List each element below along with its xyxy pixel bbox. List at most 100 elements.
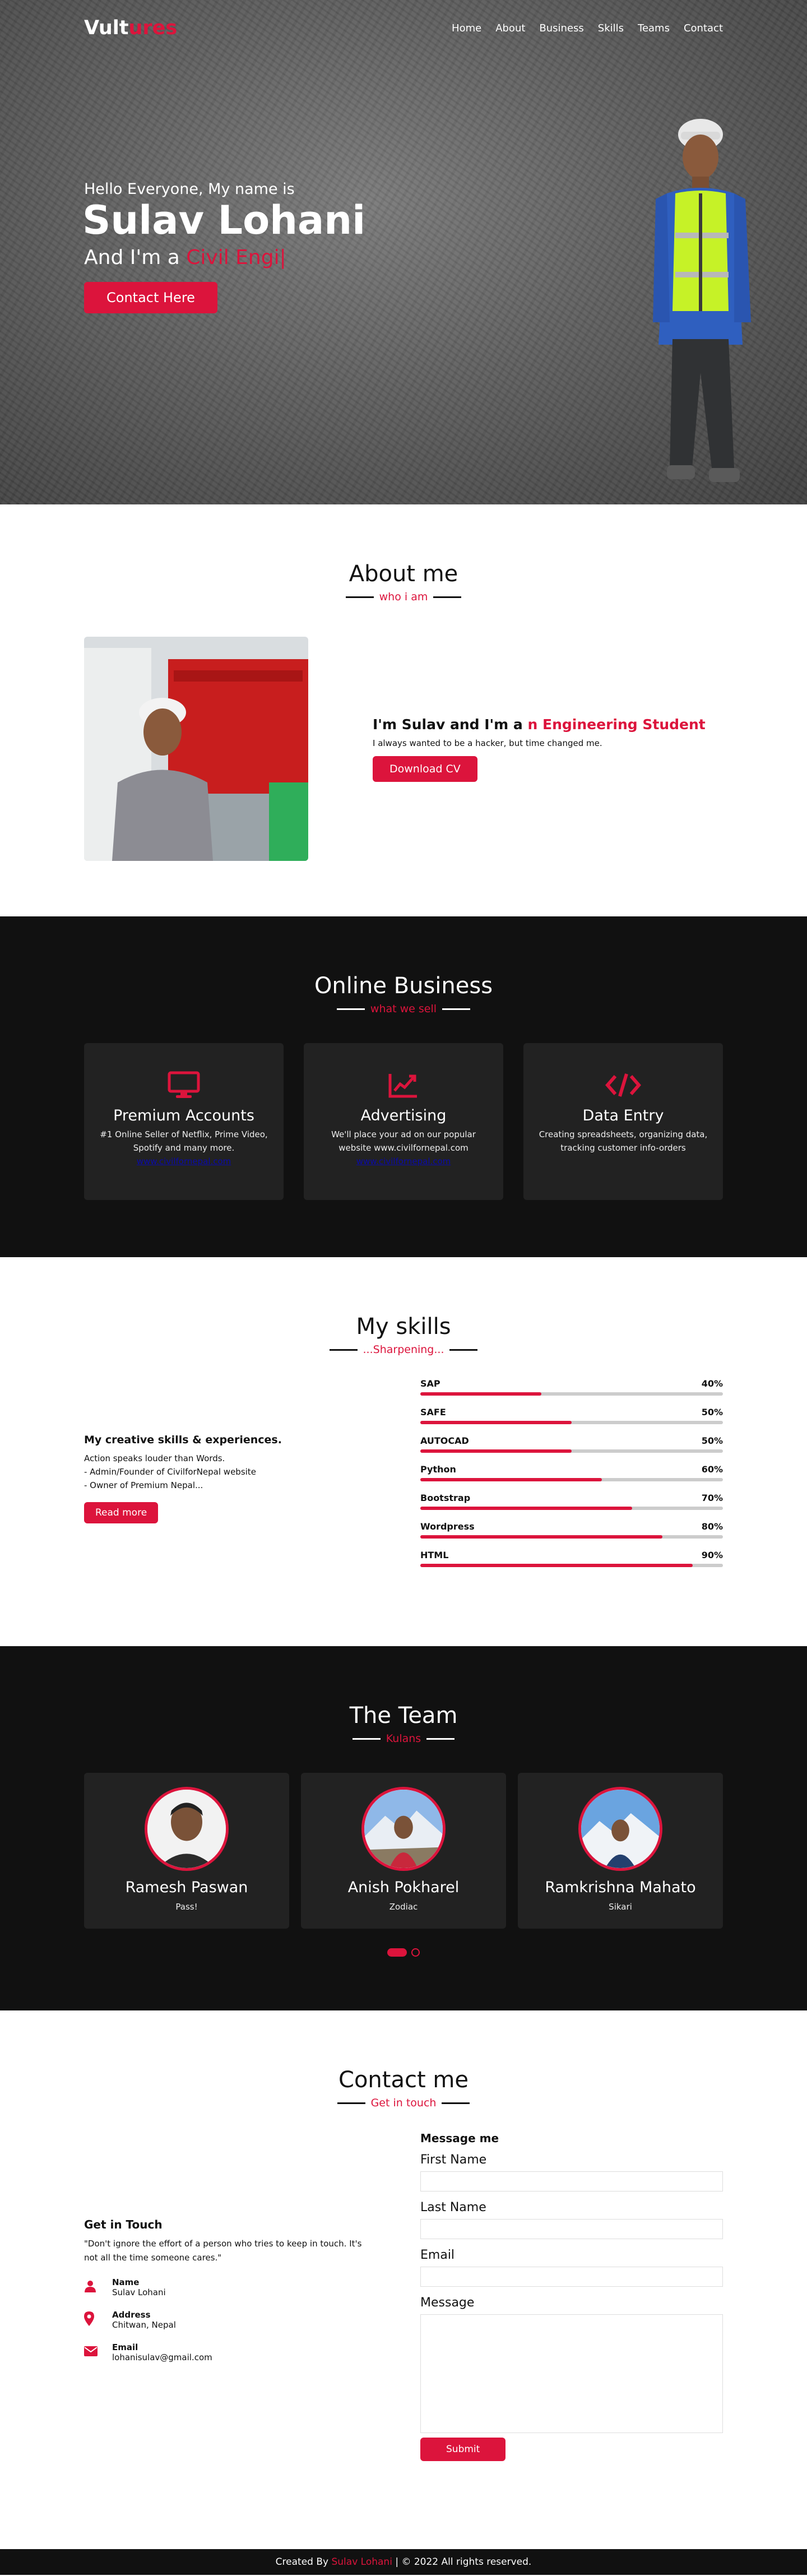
teams-subtitle: Kulans (386, 1732, 421, 1745)
about-heading-prefix: I'm Sulav and I'm a (373, 716, 523, 733)
divider-line (442, 1008, 471, 1010)
team-member-role: Pass! (175, 1902, 198, 1912)
business-section: Online Business what we sell Premium Acc… (0, 916, 807, 1257)
service-title: Premium Accounts (113, 1107, 254, 1124)
service-link[interactable]: www.civilfornepal.com (318, 1155, 489, 1168)
team-member-name: Ramkrishna Mahato (545, 1879, 696, 1896)
nav-link-teams[interactable]: Teams (638, 22, 670, 34)
skill-fill (420, 1564, 693, 1567)
skill-fill (420, 1449, 572, 1453)
skill-name: Bootstrap (420, 1493, 471, 1503)
logo[interactable]: Vultures (84, 17, 177, 39)
contact-section: Contact me Get in touch Get in Touch "Do… (0, 2010, 807, 2549)
skill-percent: 50% (701, 1407, 723, 1417)
skill-bar: Python 60% (420, 1464, 723, 1481)
team-member-role: Sikari (609, 1902, 632, 1912)
avatar (361, 1787, 446, 1871)
user-icon (84, 2280, 112, 2295)
map-marker-icon (84, 2311, 112, 2328)
about-heading: I'm Sulav and I'm a n Engineering Studen… (373, 716, 723, 733)
skills-section: My skills ...Sharpening... My creative s… (0, 1257, 807, 1646)
last-name-field[interactable] (420, 2219, 723, 2239)
teams-subtitle-row: Kulans (352, 1732, 455, 1745)
teams-title: The Team (349, 1703, 458, 1729)
divider-line (345, 596, 374, 598)
service-title: Advertising (360, 1107, 447, 1124)
skills-line: - Admin/Founder of CivilforNepal website (84, 1466, 256, 1477)
footer-prefix: Created By (275, 2556, 329, 2568)
nav-link-home[interactable]: Home (452, 22, 481, 34)
skill-percent: 90% (701, 1550, 723, 1560)
skill-bar: Wordpress 80% (420, 1521, 723, 1539)
skill-percent: 60% (701, 1464, 723, 1475)
nav-menu: Home About Business Skills Teams Contact (452, 22, 723, 34)
skill-bar: HTML 90% (420, 1550, 723, 1567)
carousel-dots (84, 1948, 723, 1957)
carousel-dot-active[interactable] (387, 1948, 407, 1957)
navbar: Vultures Home About Business Skills Team… (0, 0, 807, 56)
about-title: About me (349, 561, 458, 587)
skills-left-title: My creative skills & experiences. (84, 1433, 282, 1446)
skill-percent: 80% (701, 1521, 723, 1532)
contact-row-head: Name (112, 2277, 140, 2287)
nav-link-about[interactable]: About (495, 22, 525, 34)
contact-row-head: Email (112, 2342, 138, 2352)
nav-link-contact[interactable]: Contact (684, 22, 723, 34)
contact-subtitle-row: Get in touch (337, 2097, 470, 2109)
business-title: Online Business (314, 973, 493, 999)
message-label: Message (420, 2296, 475, 2310)
about-description: I always wanted to be a hacker, but time… (373, 738, 602, 748)
service-link[interactable]: www.civilfornepal.com (98, 1155, 270, 1168)
hero-content: Hello Everyone, My name is Sulav Lohani … (82, 180, 365, 313)
message-me-title: Message me (420, 2132, 499, 2145)
about-subtitle-row: who i am (345, 591, 462, 603)
contact-row-name: Name Sulav Lohani (84, 2277, 375, 2297)
about-photo (84, 637, 308, 861)
nav-link-business[interactable]: Business (539, 22, 583, 34)
skills-line: Action speaks louder than Words. (84, 1453, 225, 1463)
skill-name: AUTOCAD (420, 1435, 469, 1446)
email-field[interactable] (420, 2267, 723, 2287)
skill-percent: 50% (701, 1435, 723, 1446)
hero-greeting: Hello Everyone, My name is (84, 180, 295, 198)
skills-line: - Owner of Premium Nepal... (84, 1480, 203, 1490)
skill-bar: Bootstrap 70% (420, 1493, 723, 1510)
skill-name: HTML (420, 1550, 449, 1560)
hero-role-typed: Civil Engi| (186, 245, 286, 269)
service-title: Data Entry (582, 1107, 664, 1124)
nav-link-skills[interactable]: Skills (598, 22, 624, 34)
submit-button[interactable]: Submit (420, 2438, 506, 2461)
hero-person-image (653, 119, 751, 482)
skill-fill (420, 1392, 541, 1396)
divider-line (449, 1349, 478, 1351)
skill-name: SAFE (420, 1407, 446, 1417)
download-cv-button[interactable]: Download CV (373, 756, 477, 782)
avatar (145, 1787, 229, 1871)
team-member-name: Ramesh Paswan (125, 1879, 248, 1896)
footer-credit-link[interactable]: Sulav Lohani (331, 2556, 392, 2568)
divider-line (442, 2102, 470, 2104)
skills-title: My skills (356, 1314, 451, 1340)
team-card: Anish Pokharel Zodiac (301, 1773, 506, 1929)
service-description: We'll place your ad on our popular websi… (331, 1129, 476, 1153)
divider-line (337, 2102, 365, 2104)
avatar (578, 1787, 662, 1871)
divider-line (352, 1738, 381, 1740)
contact-row-email: Email lohanisulav@gmail.com (84, 2342, 375, 2362)
contact-here-button[interactable]: Contact Here (84, 281, 217, 313)
first-name-label: First Name (420, 2153, 487, 2167)
contact-subtitle: Get in touch (370, 2097, 437, 2109)
skill-fill (420, 1478, 602, 1481)
contact-row-address: Address Chitwan, Nepal (84, 2310, 375, 2330)
skill-bar: AUTOCAD 50% (420, 1435, 723, 1453)
carousel-dot[interactable] (411, 1948, 420, 1957)
business-subtitle-row: what we sell (336, 1003, 471, 1015)
message-textarea[interactable] (420, 2314, 723, 2433)
about-section: About me who i am I'm Sulav and I'm a n … (0, 504, 807, 916)
first-name-field[interactable] (420, 2171, 723, 2192)
skill-bars: SAP 40% SAFE 50% AUTOCAD 50% Python 60% Boot… (420, 1378, 723, 1578)
teams-section: The Team Kulans Ramesh Paswan Pass! Anis… (0, 1646, 807, 2010)
contact-title: Contact me (338, 2067, 469, 2093)
read-more-button[interactable]: Read more (84, 1502, 159, 1523)
email-label: Email (420, 2248, 455, 2262)
